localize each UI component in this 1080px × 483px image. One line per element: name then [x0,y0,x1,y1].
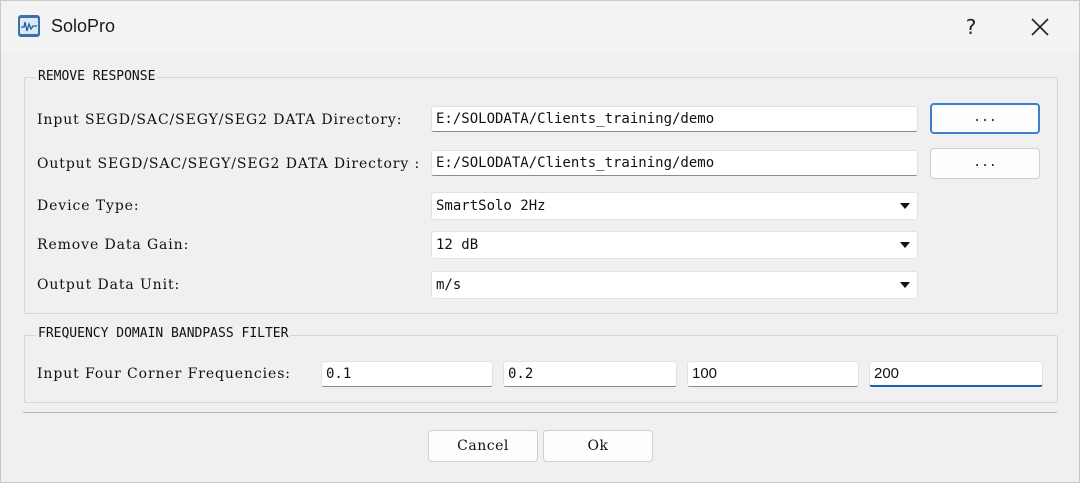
output-directory-label: Output SEGD/SAC/SEGY/SEG2 DATA Directory… [37,156,421,172]
waveform-app-icon [18,15,40,37]
cancel-button[interactable]: Cancel [428,430,538,462]
input-directory-label: Input SEGD/SAC/SEGY/SEG2 DATA Directory: [37,112,403,128]
corner-frequency-1-field[interactable]: 0.1 [321,361,493,387]
close-x-icon[interactable] [1025,13,1055,41]
remove-gain-value: 12 dB [436,237,479,253]
corner-frequency-2-field[interactable]: 0.2 [503,361,677,387]
bandpass-filter-title: FREQUENCY DOMAIN BANDPASS FILTER [36,326,291,341]
device-type-select[interactable]: SmartSolo 2Hz [431,192,918,220]
output-unit-select[interactable]: m/s [431,271,918,299]
device-type-value: SmartSolo 2Hz [436,198,546,214]
output-directory-browse-button[interactable]: ... [930,148,1040,179]
remove-gain-label: Remove Data Gain: [37,237,190,253]
corner-frequencies-label: Input Four Corner Frequencies: [37,366,291,382]
solopro-dialog: SoloPro ? REMOVE RESPONSE Input SEGD/SAC… [0,0,1080,483]
ok-button[interactable]: Ok [543,430,653,462]
footer-divider [23,412,1057,413]
dropdown-arrow-icon [900,282,910,288]
corner-frequency-4-field[interactable]: 200 [869,361,1043,387]
remove-response-title: REMOVE RESPONSE [36,69,158,84]
input-directory-browse-button[interactable]: ... [930,103,1040,134]
corner-frequency-3-field[interactable]: 100 [687,361,859,387]
device-type-label: Device Type: [37,198,140,214]
remove-gain-select[interactable]: 12 dB [431,231,918,259]
title-bar: SoloPro ? [1,1,1079,53]
input-directory-field[interactable]: E:/SOLODATA/Clients_training/demo [431,106,918,132]
dropdown-arrow-icon [900,242,910,248]
output-directory-field[interactable]: E:/SOLODATA/Clients_training/demo [431,150,918,176]
dropdown-arrow-icon [900,203,910,209]
output-unit-label: Output Data Unit: [37,277,181,293]
window-title: SoloPro [51,16,116,36]
question-mark-icon[interactable]: ? [959,13,983,41]
output-unit-value: m/s [436,277,462,293]
